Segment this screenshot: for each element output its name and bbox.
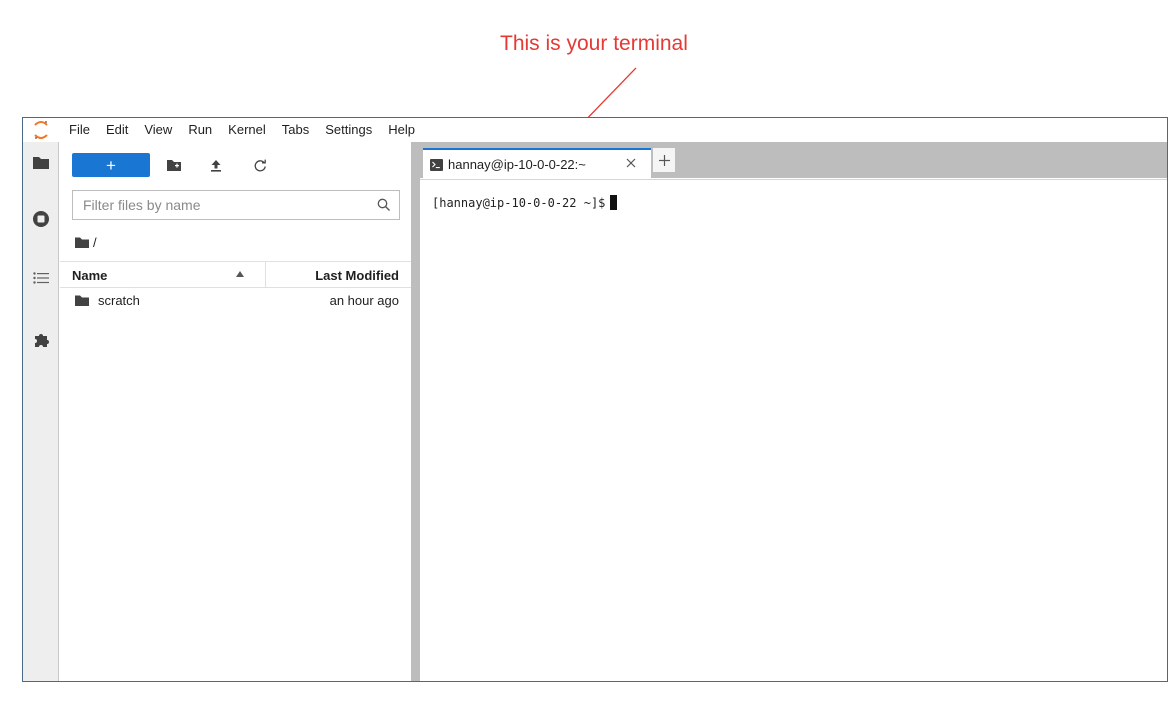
breadcrumb-path[interactable]: /	[93, 235, 97, 250]
plus-icon	[658, 154, 670, 166]
column-header-name[interactable]: Name	[72, 268, 107, 283]
running-sessions-icon[interactable]	[23, 205, 59, 233]
refresh-icon[interactable]	[247, 153, 273, 177]
upload-icon[interactable]	[203, 153, 229, 177]
menu-kernel[interactable]: Kernel	[220, 118, 274, 142]
menu-edit[interactable]: Edit	[98, 118, 136, 142]
column-resize-handle[interactable]	[265, 262, 266, 287]
file-last-modified: an hour ago	[329, 293, 399, 308]
folder-icon	[75, 295, 89, 306]
file-filter-input[interactable]	[73, 192, 363, 218]
menu-view[interactable]: View	[136, 118, 180, 142]
menu-file[interactable]: File	[59, 118, 98, 142]
annotation-label: This is your terminal	[500, 32, 688, 55]
file-browser-toolbar: +	[60, 142, 411, 186]
tab-label: hannay@ip-10-0-0-22:~	[448, 157, 586, 172]
extensions-icon[interactable]	[23, 325, 59, 353]
column-header-last-modified[interactable]: Last Modified	[315, 268, 399, 283]
terminal-panel[interactable]: [hannay@ip-10-0-0-22 ~]$	[420, 179, 1167, 681]
terminal-prompt: [hannay@ip-10-0-0-22 ~]$	[432, 195, 606, 210]
folder-icon[interactable]	[23, 148, 59, 176]
jupyterlab-window: File Edit View Run Kernel Tabs Settings …	[22, 117, 1168, 682]
tab-bar: hannay@ip-10-0-0-22:~	[420, 142, 1167, 179]
file-filter-box	[72, 190, 400, 220]
panel-splitter[interactable]	[411, 142, 420, 681]
menu-run[interactable]: Run	[180, 118, 220, 142]
jupyter-logo-icon	[23, 118, 59, 142]
menu-settings[interactable]: Settings	[317, 118, 380, 142]
search-icon	[377, 198, 390, 211]
terminal-icon	[430, 158, 443, 171]
menubar: File Edit View Run Kernel Tabs Settings …	[23, 118, 1167, 142]
left-sidebar-rail	[23, 142, 59, 681]
menu-tabs[interactable]: Tabs	[274, 118, 317, 142]
add-tab-button[interactable]	[653, 148, 675, 172]
new-launcher-button[interactable]: +	[72, 153, 150, 177]
menu-help[interactable]: Help	[380, 118, 423, 142]
new-folder-icon[interactable]	[161, 153, 187, 177]
home-folder-icon[interactable]	[75, 237, 89, 248]
file-list-item[interactable]: scratch an hour ago	[60, 289, 411, 314]
table-of-contents-icon[interactable]	[23, 264, 59, 292]
file-list-header: Name Last Modified	[60, 261, 411, 288]
breadcrumb: /	[75, 234, 97, 250]
file-name: scratch	[98, 293, 140, 308]
file-browser-panel: + Filter files by name / Name Last Modif…	[60, 142, 411, 681]
main-work-area: hannay@ip-10-0-0-22:~ [hannay@ip-10-0-0-…	[420, 142, 1167, 681]
terminal-line: [hannay@ip-10-0-0-22 ~]$	[432, 195, 618, 210]
close-icon[interactable]	[625, 157, 637, 169]
tab-terminal[interactable]: hannay@ip-10-0-0-22:~	[423, 148, 651, 179]
terminal-cursor	[610, 195, 618, 210]
sort-ascending-icon	[236, 271, 244, 277]
